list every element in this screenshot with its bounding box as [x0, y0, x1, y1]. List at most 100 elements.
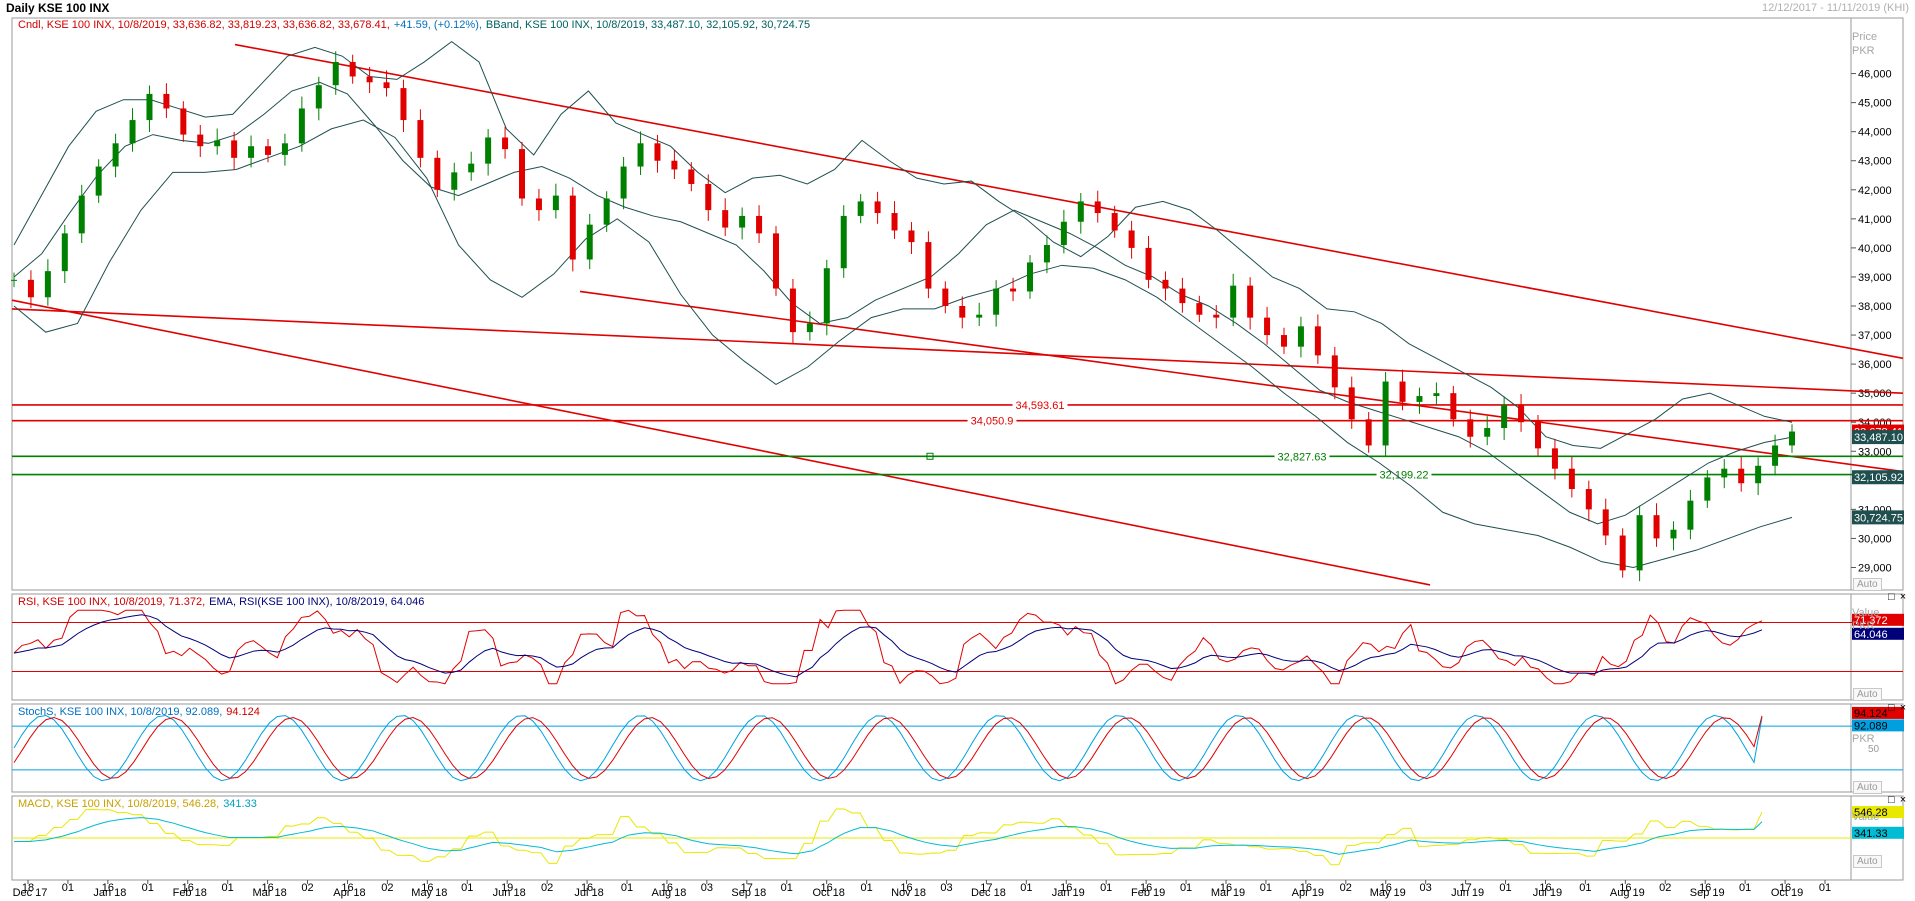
- rsi-axis-title: Value PKR: [1852, 607, 1880, 632]
- candle-body: [925, 242, 932, 289]
- x-tick-month: Sep 19: [1690, 887, 1725, 899]
- price-tick-label: 41,000: [1858, 214, 1892, 226]
- stoch-legend-value: 94.124: [226, 706, 260, 718]
- x-tick-month: Jun 19: [1451, 887, 1484, 899]
- trend-line-support: [11, 308, 1904, 394]
- candle-body: [1653, 515, 1660, 539]
- candle-body: [637, 143, 644, 167]
- price-tick-label: 39,000: [1858, 272, 1892, 284]
- rsi-frame: [11, 593, 1904, 701]
- x-tick-day: 03: [701, 882, 713, 894]
- price-tick-label: 35,000: [1858, 388, 1892, 400]
- trend-line-upper: [234, 43, 1904, 360]
- x-tick-day: 01: [1020, 882, 1032, 894]
- x-tick-month: Jul 19: [1533, 887, 1562, 899]
- candle-body: [1636, 515, 1643, 571]
- candle-body: [451, 172, 458, 190]
- candle-body: [1416, 396, 1423, 402]
- candle-body: [1450, 393, 1457, 420]
- candle-body: [739, 215, 746, 228]
- candle-body: [281, 143, 288, 155]
- macd-legend: MACD, KSE 100 INX, 10/8/2019, 546.28, 341…: [18, 798, 261, 810]
- candle-body: [248, 146, 255, 158]
- candle-body: [129, 120, 136, 144]
- candle-body: [1687, 500, 1694, 530]
- bband-middle-line: [13, 81, 1793, 525]
- stoch-k-tag-label: 92.089: [1854, 720, 1888, 732]
- candle-body: [586, 224, 593, 260]
- candle-body: [519, 149, 525, 199]
- x-tick-month: Jun 18: [493, 887, 526, 899]
- x-tick-day: 01: [1260, 882, 1272, 894]
- candle-body: [671, 160, 678, 170]
- candle-body: [231, 140, 238, 158]
- stoch-auto-button[interactable]: Auto: [1853, 781, 1882, 794]
- x-tick-day: 01: [781, 882, 793, 894]
- price-tick-label: 46,000: [1858, 69, 1892, 81]
- x-axis: 18Dec 17 01 16Jan 18 01 16Feb 18 01 16Mar 18 02…: [13, 880, 1831, 899]
- price-tag-label: 33,487.10: [1854, 432, 1903, 444]
- candle-body: [197, 134, 204, 147]
- stoch-legend: StochS, KSE 100 INX, 10/8/2019, 92.089, 9…: [18, 706, 264, 718]
- candle-body: [485, 137, 492, 164]
- candle-body: [620, 166, 627, 199]
- candle-body: [61, 233, 68, 272]
- candle-body: [857, 201, 864, 216]
- stoch-panel-buttons[interactable]: □ ×: [1888, 702, 1907, 714]
- macd-legend-value: 341.33: [223, 798, 257, 810]
- chart-canvas[interactable]: 46,000 45,000 44,000 43,000 42,000 41,000 40,0…: [0, 0, 1915, 901]
- candle-body: [1247, 285, 1254, 318]
- candle-body: [1501, 404, 1508, 429]
- rsi-line: [13, 609, 1763, 685]
- candle-body: [349, 61, 356, 77]
- candle-body: [1111, 213, 1118, 231]
- rsi-auto-button[interactable]: Auto: [1853, 688, 1882, 701]
- candle-body: [1619, 535, 1626, 571]
- x-tick-month: Aug 19: [1610, 887, 1645, 899]
- x-tick-day: 01: [222, 882, 234, 894]
- candle-body: [434, 157, 441, 190]
- macd-auto-button[interactable]: Auto: [1853, 855, 1882, 868]
- level-label: 34,050.9: [971, 416, 1014, 428]
- price-tick-label: 38,000: [1858, 301, 1892, 313]
- candle-body: [1348, 387, 1355, 420]
- candle-body: [44, 271, 51, 298]
- price-legend: Cndl, KSE 100 INX, 10/8/2019, 33,636.82,…: [18, 19, 814, 31]
- candle-body: [180, 108, 187, 135]
- x-tick-day: 01: [621, 882, 633, 894]
- x-tick-month: Nov 18: [891, 887, 926, 899]
- candle-body: [163, 93, 170, 109]
- candle-body: [298, 108, 305, 144]
- candle-body: [1704, 477, 1711, 501]
- candle-body: [95, 166, 102, 196]
- level-label: 34,593.61: [1016, 400, 1065, 412]
- candle-body: [1518, 404, 1525, 423]
- x-tick-day: 01: [1739, 882, 1751, 894]
- x-tick-day: 02: [1659, 882, 1671, 894]
- candle-body: [722, 210, 729, 228]
- macd-panel[interactable]: 546.28341.33: [12, 806, 1904, 866]
- candle-body: [959, 306, 966, 318]
- x-tick-month: Jan 19: [1052, 887, 1085, 899]
- macd-panel-buttons[interactable]: □ ×: [1888, 794, 1907, 806]
- candle-body: [383, 82, 390, 89]
- price-tick-label: 45,000: [1858, 98, 1892, 110]
- candle-body: [1281, 335, 1287, 347]
- trend-line-lower: [11, 299, 1431, 586]
- candle-body: [1314, 326, 1321, 356]
- candle-body: [1331, 355, 1338, 388]
- rsi-panel[interactable]: 71.37264.046: [12, 609, 1904, 685]
- price-auto-button[interactable]: Auto: [1853, 578, 1882, 591]
- rsi-panel-buttons[interactable]: □ ×: [1888, 591, 1907, 603]
- candle-body: [214, 140, 221, 147]
- x-tick-day: 01: [860, 882, 872, 894]
- candle-body: [823, 268, 830, 324]
- stoch-panel[interactable]: 94.12492.08950: [12, 706, 1904, 782]
- candle-body: [806, 323, 813, 333]
- candle-body: [1755, 465, 1762, 484]
- price-panel[interactable]: 46,000 45,000 44,000 43,000 42,000 41,000 40,0…: [11, 40, 1904, 586]
- candle-body: [1721, 468, 1728, 478]
- x-tick-month: Aug 18: [651, 887, 686, 899]
- candle-body: [1670, 529, 1677, 539]
- candle-body: [1568, 468, 1575, 490]
